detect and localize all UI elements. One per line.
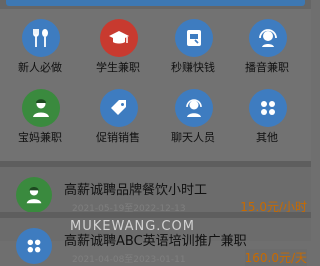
price-tag-icon: [100, 89, 138, 127]
category-newbie[interactable]: 新人必做: [5, 9, 75, 75]
category-label: 其他: [256, 131, 278, 144]
job-date: 2021-04-08至2023-01-11: [72, 255, 186, 265]
graduation-cap-icon: [100, 19, 138, 57]
category-label: 播音兼职: [245, 61, 289, 74]
job-title: 高薪诚聘品牌餐饮小时工: [64, 183, 208, 198]
category-label: 聊天人员: [171, 131, 215, 144]
job-item[interactable]: 高薪诚聘品牌餐饮小时工 2021-05-19至2022-12-13 15.0元/…: [0, 167, 311, 215]
category-other[interactable]: 其他: [232, 79, 302, 145]
category-promotion[interactable]: 促销销售: [83, 79, 153, 145]
category-label: 学生兼职: [96, 61, 140, 74]
category-chat[interactable]: 聊天人员: [158, 79, 228, 145]
headset-icon: [249, 19, 287, 57]
category-label: 促销销售: [96, 131, 140, 144]
category-quick-money[interactable]: 秒赚快钱: [158, 9, 228, 75]
category-label: 新人必做: [18, 61, 62, 74]
header-strip: [0, 0, 311, 9]
mother-icon: [16, 177, 52, 213]
more-grid-icon: [16, 228, 52, 264]
category-mom[interactable]: 宝妈兼职: [5, 79, 75, 145]
category-label: 宝妈兼职: [18, 131, 62, 144]
money-card-icon: [175, 19, 213, 57]
more-grid-icon: [249, 89, 287, 127]
watermark: MUKEWANG.COM: [70, 219, 195, 234]
chat-agent-icon: [175, 89, 213, 127]
header-bar: [6, 0, 305, 6]
category-grid: 新人必做 学生兼职 秒赚快钱 播音兼职 宝妈兼职 促销销售 聊天人员 其他: [0, 9, 311, 161]
mother-icon: [22, 89, 60, 127]
category-label: 秒赚快钱: [171, 61, 215, 74]
category-broadcast[interactable]: 播音兼职: [232, 9, 302, 75]
fork-spoon-icon: [22, 19, 60, 57]
category-student[interactable]: 学生兼职: [83, 9, 153, 75]
job-price: 160.0元/天: [244, 249, 307, 266]
